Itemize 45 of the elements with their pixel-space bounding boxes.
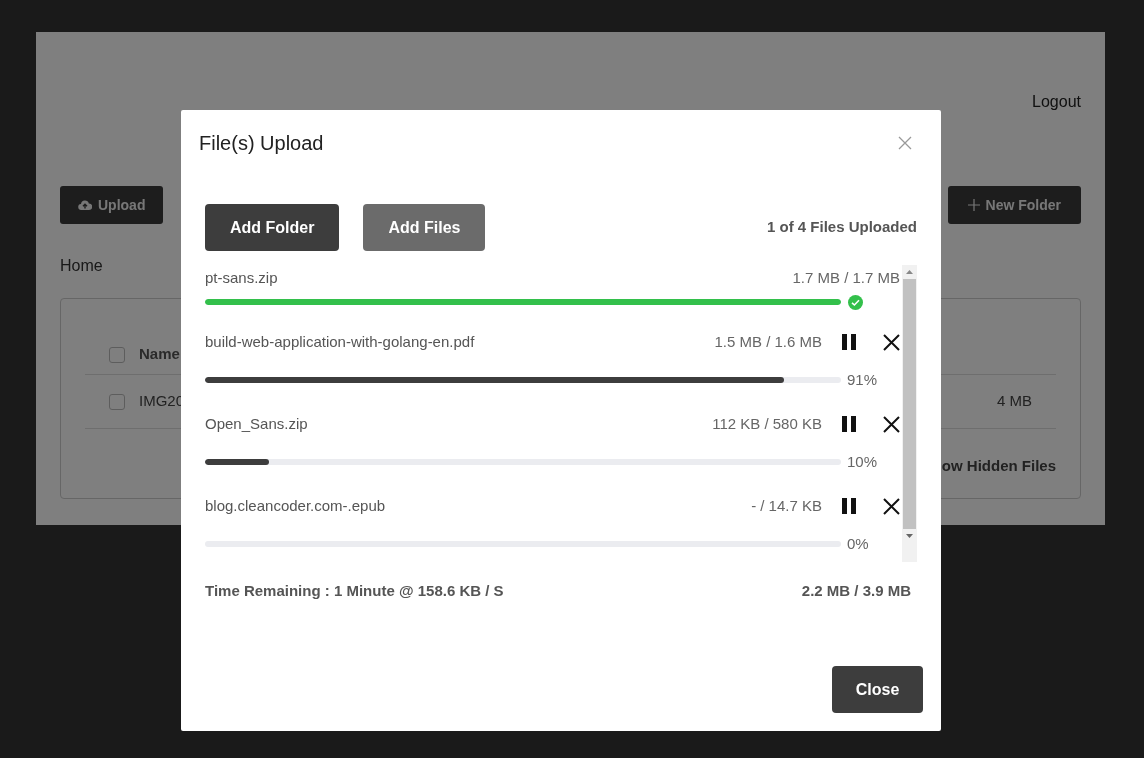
close-icon	[882, 415, 900, 433]
check-icon	[848, 294, 863, 310]
new-folder-button[interactable]: New Folder	[947, 186, 1081, 224]
scrollbar[interactable]	[902, 265, 917, 562]
upload-summary: 1 of 4 Files Uploaded	[766, 217, 917, 238]
dialog-title: File(s) Upload	[199, 131, 324, 156]
close-icon	[882, 333, 900, 351]
pause-icon	[842, 334, 856, 350]
file-name: build-web-application-with-golang-en.pdf	[205, 331, 475, 352]
file-size: 1.5 MB / 1.6 MB	[714, 331, 822, 352]
add-button[interactable]: Add Files	[363, 204, 486, 251]
file-name: blog.cleancoder.com-.epub	[205, 495, 386, 516]
column-header: Name	[139, 344, 180, 365]
close-icon	[882, 497, 900, 515]
cancel-button[interactable]	[882, 333, 900, 351]
time-remaining: Time Remaining : 1 Minute @ 158.6 KB / S	[205, 581, 504, 601]
checkbox[interactable]	[109, 393, 125, 410]
file-name: pt-sans.zip	[205, 267, 278, 288]
file-size: 1.7 MB / 1.7 MB	[792, 267, 900, 288]
pause-button[interactable]	[840, 333, 858, 351]
cancel-button[interactable]	[882, 415, 900, 433]
progress-percent: 91%	[847, 369, 878, 390]
file-name: Open_Sans.zip	[205, 413, 308, 434]
cancel-button[interactable]	[882, 497, 900, 515]
breadcrumb[interactable]: Home	[60, 257, 103, 274]
file-size: - / 14.7 KB	[751, 495, 822, 516]
close-icon	[898, 136, 912, 150]
pause-button[interactable]	[840, 415, 858, 433]
progress-percent: 10%	[847, 451, 878, 472]
close-button[interactable]	[897, 135, 913, 151]
logout-link[interactable]: Logout	[1032, 94, 1081, 122]
plus-icon	[967, 199, 980, 211]
add-button[interactable]: Add Folder	[205, 204, 340, 251]
close-button[interactable]: Close	[832, 666, 923, 713]
pause-button[interactable]	[840, 497, 858, 515]
progress-percent: 0%	[847, 533, 869, 554]
total-size: 2.2 MB / 3.9 MB	[801, 581, 911, 601]
file-size: 112 KB / 580 KB	[712, 413, 822, 434]
pause-icon	[842, 498, 856, 514]
show-hidden-files-link[interactable]: ow Hidden Files	[941, 455, 1056, 478]
cloud-upload-icon	[78, 199, 92, 211]
upload-button[interactable]: Upload	[60, 186, 164, 224]
file-size: 4 MB	[997, 391, 1032, 412]
pause-icon	[842, 416, 856, 432]
checkbox[interactable]	[109, 346, 125, 363]
